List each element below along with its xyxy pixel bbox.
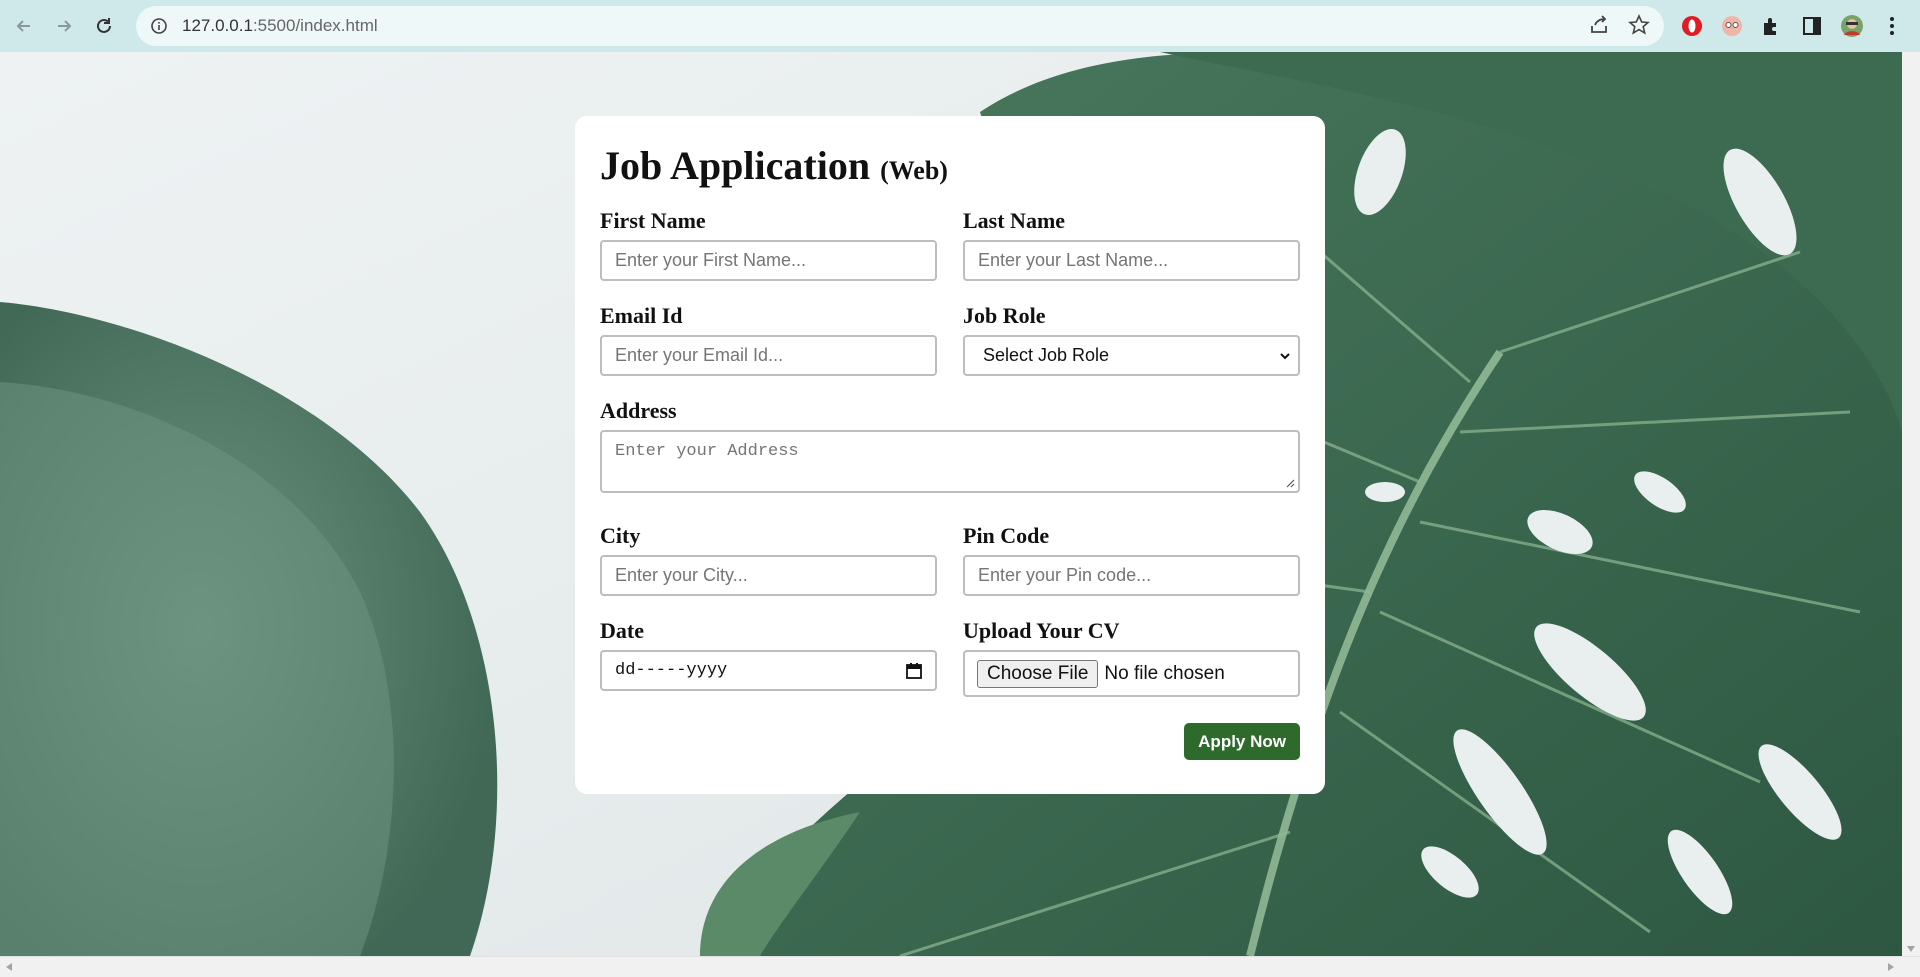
first-name-field: First Name Enter your First Name...	[600, 208, 937, 281]
pin-code-input[interactable]: Enter your Pin code...	[963, 555, 1300, 596]
date-label: Date	[600, 618, 644, 643]
cv-file-input[interactable]: Choose File No file chosen	[963, 650, 1300, 697]
vertical-scrollbar[interactable]	[1902, 52, 1920, 956]
job-role-select[interactable]: Select Job Role	[963, 335, 1300, 376]
last-name-label: Last Name	[963, 208, 1066, 233]
side-panel-icon[interactable]	[1798, 12, 1826, 40]
address-textarea[interactable]: Enter your Address	[600, 430, 1300, 493]
share-icon[interactable]	[1588, 14, 1610, 36]
avatar-extension-icon[interactable]	[1718, 12, 1746, 40]
address-placeholder: Enter your Address	[615, 442, 799, 461]
address-label: Address	[600, 398, 677, 423]
browser-menu-icon[interactable]	[1878, 12, 1906, 40]
job-application-form: Job Application (Web) First Name Enter y…	[575, 116, 1325, 794]
job-role-label: Job Role	[963, 303, 1046, 328]
form-title-text: Job Application	[600, 143, 871, 188]
url-path: :5500/index.html	[252, 16, 378, 35]
address-bar[interactable]: 127.0.0.1:5500/index.html	[136, 6, 1664, 46]
horizontal-scrollbar[interactable]	[0, 956, 1920, 977]
bookmark-star-icon[interactable]	[1628, 14, 1650, 36]
opera-extension-icon[interactable]	[1678, 12, 1706, 40]
page-viewport: Job Application (Web) First Name Enter y…	[0, 52, 1902, 956]
back-arrow-icon	[16, 20, 30, 32]
first-name-input[interactable]: Enter your First Name...	[600, 240, 937, 281]
url-host: 127.0.0.1	[182, 16, 253, 35]
file-status-text: No file chosen	[1104, 662, 1225, 684]
site-info-icon[interactable]	[150, 17, 168, 35]
email-label: Email Id	[600, 303, 683, 328]
url-text: 127.0.0.1:5500/index.html	[182, 16, 378, 36]
scroll-left-arrow-icon[interactable]	[6, 963, 12, 971]
date-value: dd-----yyyy	[615, 661, 728, 680]
scroll-down-arrow-icon[interactable]	[1907, 946, 1915, 952]
form-title: Job Application (Web)	[600, 146, 1300, 186]
job-role-selected-value: Select Job Role	[983, 345, 1110, 365]
email-field: Email Id Enter your Email Id...	[600, 303, 937, 376]
cv-upload-field: Upload Your CV Choose File No file chose…	[963, 618, 1300, 697]
browser-toolbar: 127.0.0.1:5500/index.html	[0, 0, 1920, 52]
reload-icon	[97, 18, 111, 33]
extensions-puzzle-icon[interactable]	[1758, 12, 1786, 40]
calendar-icon[interactable]	[905, 662, 923, 680]
date-input[interactable]: dd-----yyyy	[600, 650, 937, 691]
scroll-right-arrow-icon[interactable]	[1888, 963, 1894, 971]
form-subtitle: (Web)	[880, 156, 948, 185]
cv-upload-label: Upload Your CV	[963, 618, 1120, 643]
last-name-field: Last Name Enter your Last Name...	[963, 208, 1300, 281]
apply-now-button[interactable]: Apply Now	[1184, 723, 1300, 760]
forward-arrow-icon	[58, 20, 72, 32]
city-input[interactable]: Enter your City...	[600, 555, 937, 596]
city-field: City Enter your City...	[600, 523, 937, 596]
reload-button[interactable]	[88, 10, 120, 42]
first-name-label: First Name	[600, 208, 706, 233]
choose-file-button[interactable]: Choose File	[977, 659, 1099, 688]
profile-avatar-icon[interactable]	[1838, 12, 1866, 40]
resize-grip-icon[interactable]	[1285, 478, 1295, 488]
pin-code-label: Pin Code	[963, 523, 1050, 548]
last-name-input[interactable]: Enter your Last Name...	[963, 240, 1300, 281]
back-button[interactable]	[8, 10, 40, 42]
pin-code-field: Pin Code Enter your Pin code...	[963, 523, 1300, 596]
city-label: City	[600, 523, 641, 548]
date-field: Date dd-----yyyy	[600, 618, 937, 697]
forward-button[interactable]	[48, 10, 80, 42]
email-input[interactable]: Enter your Email Id...	[600, 335, 937, 376]
address-field: Address Enter your Address	[600, 398, 1300, 493]
chevron-down-icon	[1280, 352, 1290, 359]
job-role-field: Job Role Select Job Role	[963, 303, 1300, 376]
